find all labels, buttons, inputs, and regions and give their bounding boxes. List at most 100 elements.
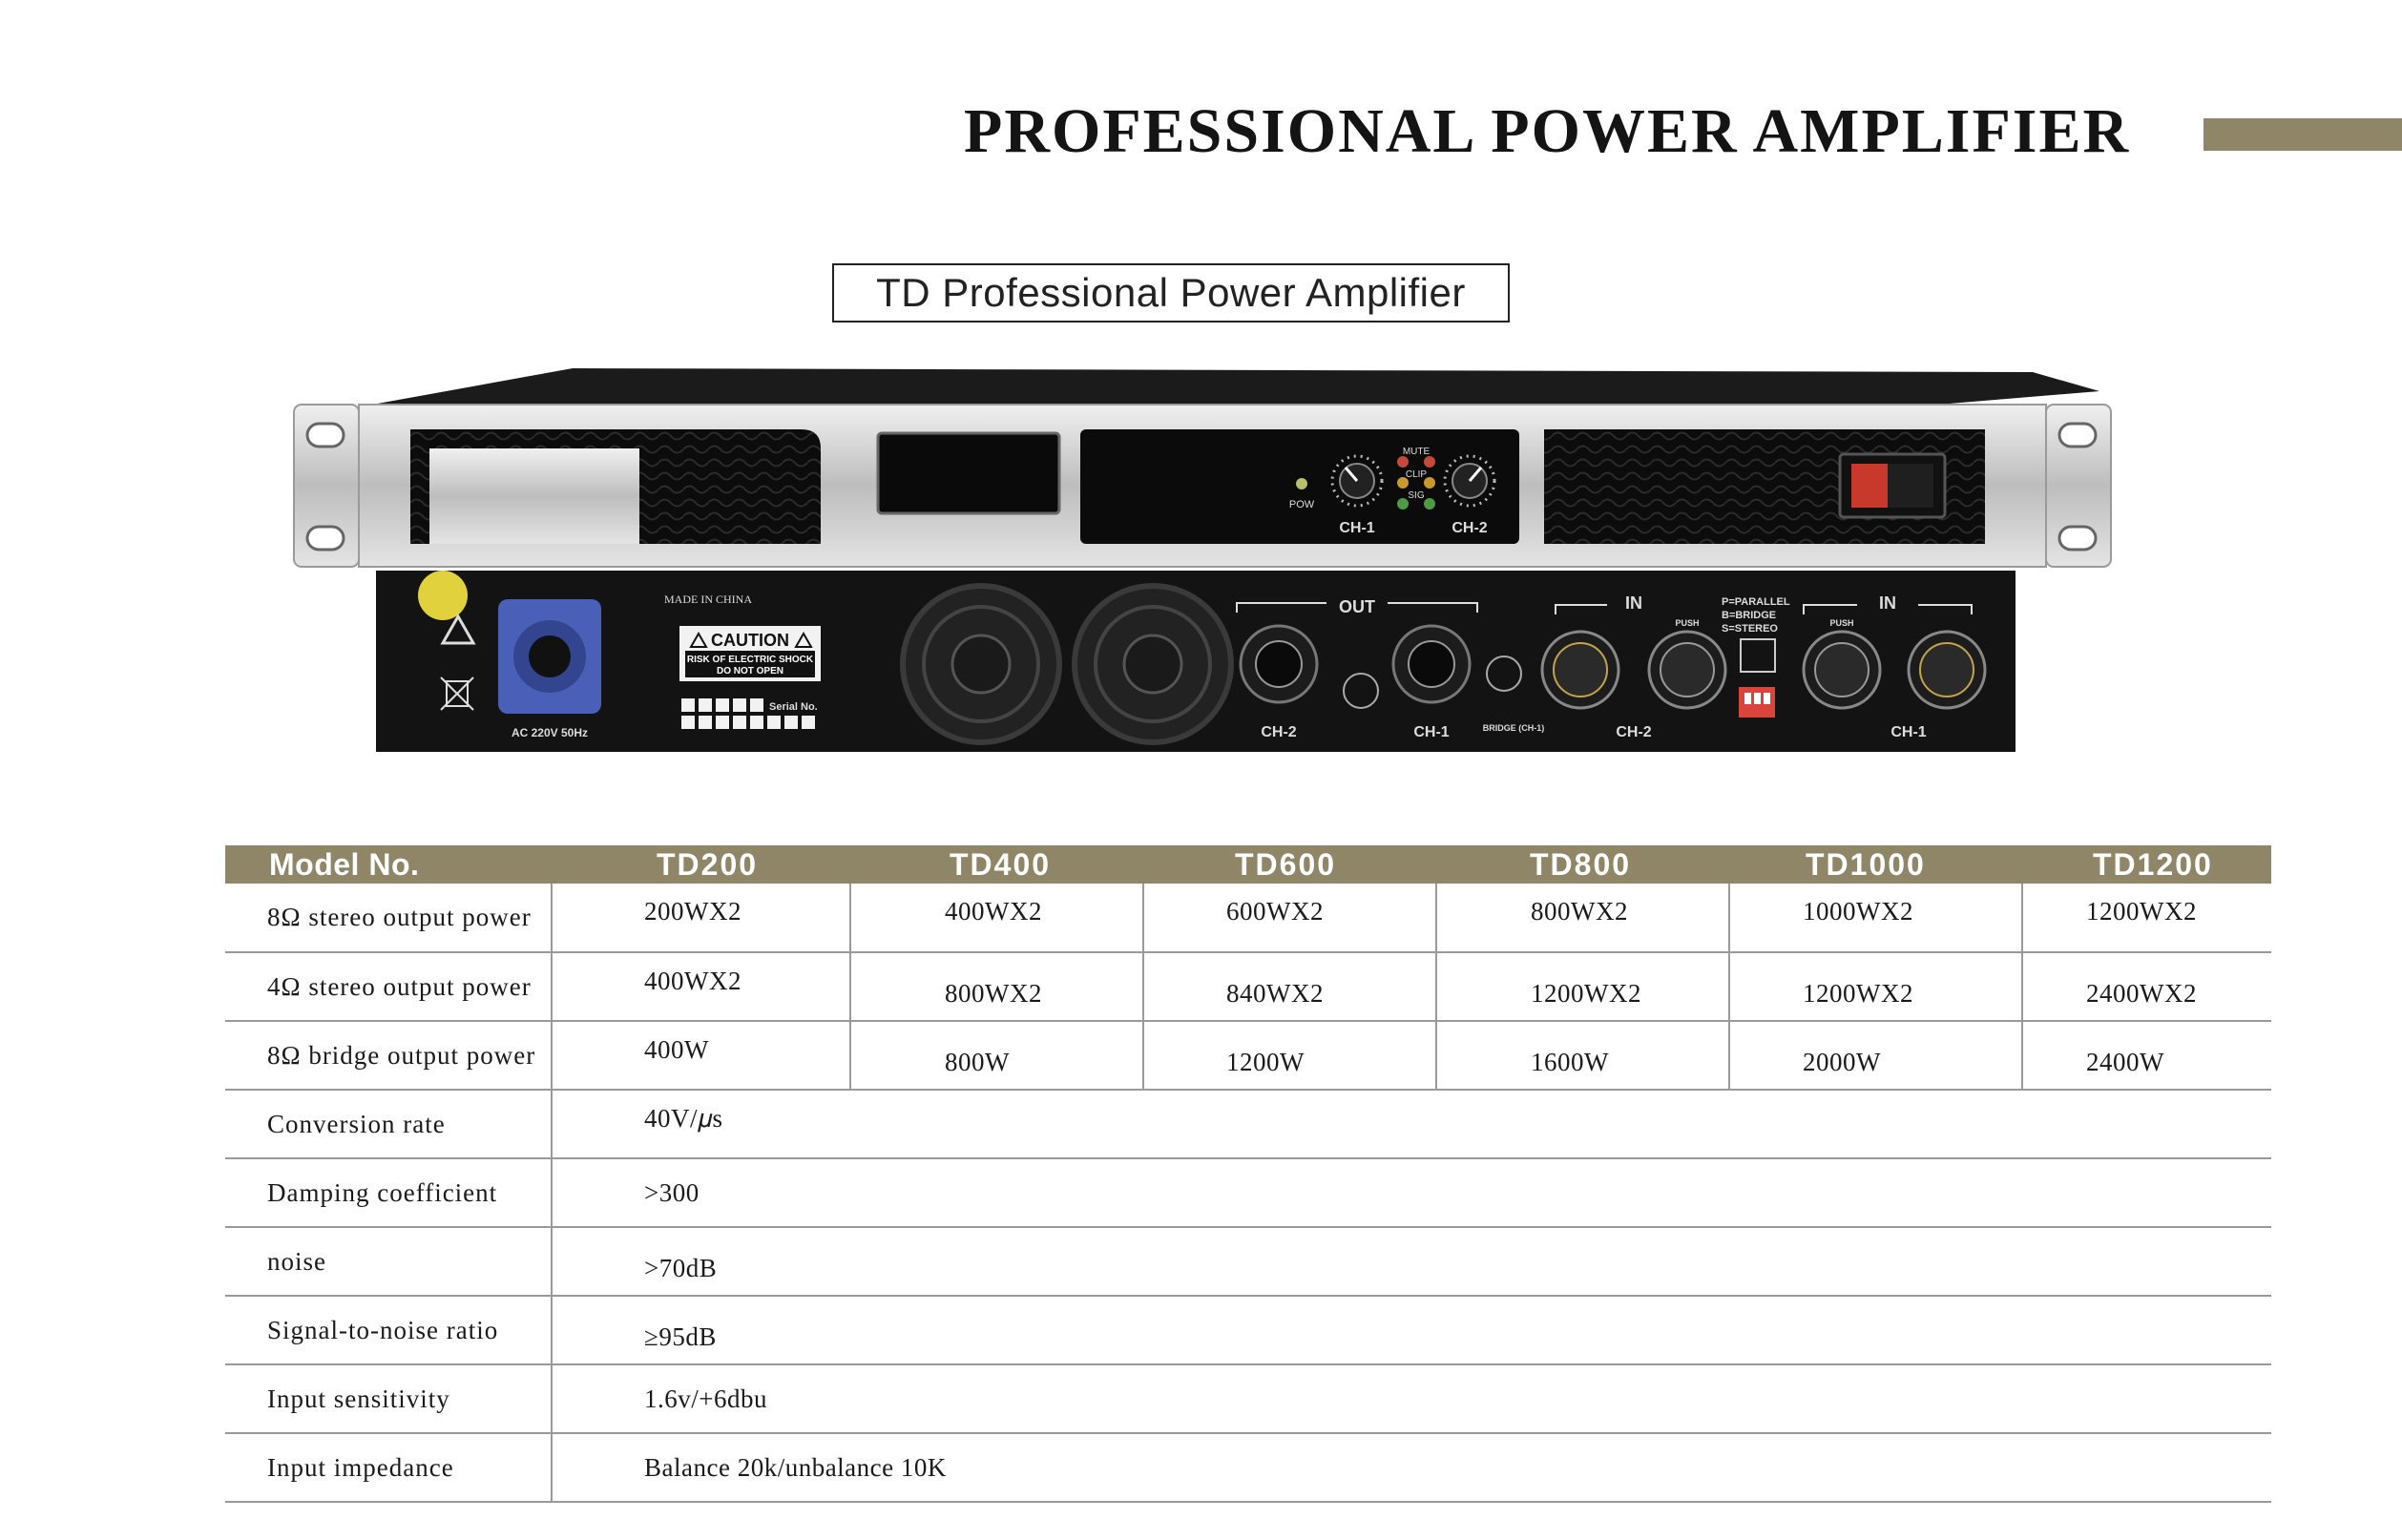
row-label: Conversion rate (225, 1090, 553, 1159)
table-cell: 200WX2 (552, 884, 851, 953)
mode-bridge-label: B=BRIDGE (1722, 610, 1776, 621)
mode-parallel-label: P=PARALLEL (1722, 596, 1790, 608)
table-cell: 400WX2 (552, 952, 851, 1022)
row-label: 8Ω bridge output power (225, 1021, 553, 1091)
table-cell: 400WX2 (850, 884, 1144, 953)
header-td600: TD600 (1235, 846, 1337, 882)
header-td1200: TD1200 (2093, 846, 2213, 882)
row-label: Signal-to-noise ratio (225, 1296, 553, 1365)
warning-sticker (418, 571, 468, 620)
table-cell: 2000W (1729, 1021, 2023, 1091)
row-label: 4Ω stereo output power (225, 952, 553, 1022)
out-ch2-label: CH-2 (1261, 724, 1296, 740)
table-cell: 2400W (2022, 1021, 2271, 1091)
clip-led-ch2 (1424, 477, 1435, 489)
row-label: noise (225, 1227, 553, 1297)
row-label: Input impedance (225, 1433, 553, 1503)
in-ch1-label: CH-1 (1890, 724, 1926, 740)
table-cell: >300 (552, 1158, 2271, 1228)
table-cell: 800W (850, 1021, 1144, 1091)
xlr-input-ch1-female[interactable] (1802, 630, 1882, 710)
mute-led-ch1 (1397, 456, 1409, 468)
serial-label: Serial No. (769, 701, 818, 713)
row-label: Damping coefficient (225, 1158, 553, 1228)
mode-stereo-label: S=STEREO (1722, 623, 1778, 635)
out-ch1-label: CH-1 (1413, 724, 1449, 740)
in-ch2-label: CH-2 (1616, 724, 1651, 740)
table-cell: 1200WX2 (2022, 884, 2271, 953)
header-td200: TD200 (657, 846, 759, 882)
sig-led-ch2 (1424, 498, 1435, 510)
caution-line-2: DO NOT OPEN (717, 666, 783, 676)
made-in-label: MADE IN CHINA (664, 593, 752, 606)
bridge-label: BRIDGE (CH-1) (1483, 723, 1545, 733)
table-row: Damping coefficient >300 (225, 1158, 2271, 1228)
header-model-no: Model No. (269, 846, 420, 882)
table-cell: 840WX2 (1143, 952, 1437, 1022)
table-cell: >70dB (552, 1227, 2271, 1297)
pow-label: POW (1289, 499, 1315, 510)
table-cell: 1200WX2 (1436, 952, 1730, 1022)
clip-label: CLIP (1406, 469, 1428, 480)
mute-led-ch2 (1424, 456, 1435, 468)
rear-panel: AC 220V 50Hz MADE IN CHINA CAUTION RISK … (376, 571, 2016, 752)
front-ch1-label: CH-1 (1339, 520, 1374, 536)
xlr-input-ch1-male[interactable] (1907, 630, 1987, 710)
table-cell: 2400WX2 (2022, 952, 2271, 1022)
header-td800: TD800 (1530, 846, 1632, 882)
xlr-input-ch2-female[interactable] (1647, 630, 1727, 710)
speaker-output-ch1[interactable] (1391, 624, 1472, 704)
front-ch2-label: CH-2 (1452, 520, 1487, 536)
cooling-fan-2 (1072, 583, 1234, 745)
cooling-fan-1 (900, 583, 1062, 745)
table-row: Input sensitivity 1.6v/+6dbu (225, 1364, 2271, 1434)
row-label: 8Ω stereo output power (225, 884, 553, 953)
table-cell: 800WX2 (1436, 884, 1730, 953)
front-panel: POW CH-1 MUTE CLIP SIG CH-2 (293, 404, 2112, 568)
table-cell: 1600W (1436, 1021, 1730, 1091)
caution-line-1: RISK OF ELECTRIC SHOCK (687, 655, 814, 665)
spec-table: Model No. TD200 TD400 TD600 TD800 TD1000… (225, 845, 2271, 1503)
out-label: OUT (1339, 597, 1375, 616)
caution-label: CAUTION RISK OF ELECTRIC SHOCK DO NOT OP… (679, 626, 821, 681)
table-cell: Balance 20k/unbalance 10K (552, 1433, 2271, 1503)
table-cell: 1200WX2 (1729, 952, 2023, 1022)
table-cell: 400W (552, 1021, 851, 1091)
page-title: PROFESSIONAL POWER AMPLIFIER (964, 96, 2131, 166)
table-row: 8Ω bridge output power 400W 800W 1200W 1… (225, 1021, 2271, 1091)
table-row: Input impedance Balance 20k/unbalance 10… (225, 1433, 2271, 1503)
push-label-ch1: PUSH (1829, 618, 1853, 628)
table-header-row: Model No. TD200 TD400 TD600 TD800 TD1000… (225, 845, 2271, 884)
table-row: Signal-to-noise ratio ≥95dB (225, 1296, 2271, 1365)
dip-mode-switch[interactable] (1739, 687, 1775, 718)
power-switch[interactable] (1838, 452, 1947, 519)
title-accent-bar (2204, 118, 2402, 151)
in-label-ch1: IN (1879, 593, 1896, 613)
power-led (1296, 478, 1307, 489)
table-cell: 1000WX2 (1729, 884, 2023, 953)
clip-led-ch1 (1397, 477, 1409, 489)
table-row: Conversion rate 40V/𝜇s (225, 1090, 2271, 1159)
header-td400: TD400 (950, 846, 1052, 882)
table-row: 4Ω stereo output power 400WX2 800WX2 840… (225, 952, 2271, 1022)
sig-label: SIG (1408, 490, 1424, 501)
table-cell: 600WX2 (1143, 884, 1437, 953)
in-label-ch2: IN (1625, 593, 1642, 613)
power-inlet-connector[interactable] (498, 599, 601, 714)
header-td1000: TD1000 (1806, 846, 1926, 882)
table-cell: 1200W (1143, 1021, 1437, 1091)
table-cell: 1.6v/+6dbu (552, 1364, 2271, 1434)
table-cell: ≥95dB (552, 1296, 2271, 1365)
table-row: 8Ω stereo output power 200WX2 400WX2 600… (225, 884, 2271, 953)
row-label: Input sensitivity (225, 1364, 553, 1434)
xlr-input-ch2-male[interactable] (1540, 630, 1620, 710)
sig-led-ch1 (1397, 498, 1409, 510)
product-subtitle: TD Professional Power Amplifier (832, 263, 1510, 323)
mute-label: MUTE (1403, 447, 1431, 457)
chassis-top (372, 368, 2099, 405)
power-rating-label: AC 220V 50Hz (512, 726, 588, 739)
speaker-output-ch2[interactable] (1239, 624, 1319, 704)
push-label-ch2: PUSH (1675, 618, 1699, 628)
table-cell: 40V/𝜇s (552, 1090, 2271, 1159)
display-window (876, 431, 1061, 515)
